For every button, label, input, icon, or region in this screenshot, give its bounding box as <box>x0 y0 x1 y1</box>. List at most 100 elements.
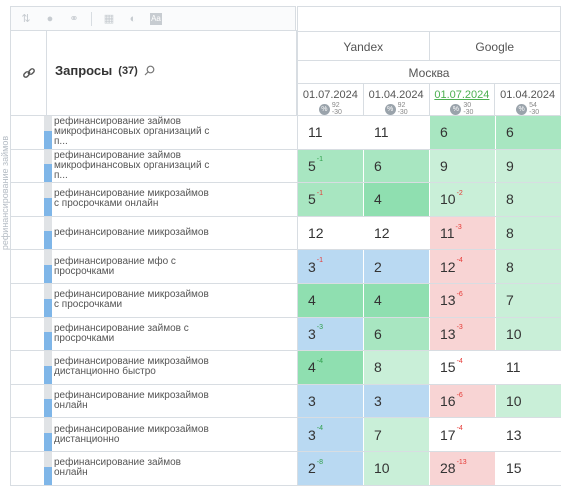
position-cell[interactable]: 10 <box>363 451 429 485</box>
link-icon[interactable]: ⚭ <box>67 12 81 26</box>
badge-bottom: -30 <box>463 109 474 116</box>
toggle-icon[interactable]: ● <box>43 12 57 26</box>
position-cell[interactable]: 5 -1 <box>298 183 363 216</box>
position-cell[interactable]: 2 <box>363 250 429 283</box>
position-cell[interactable]: 28 -13 <box>429 451 495 485</box>
query-text[interactable]: рефинансирование микрозаймов с просрочкам… <box>54 284 294 317</box>
link-cell[interactable] <box>10 384 45 418</box>
position-cell[interactable]: 6 <box>495 116 561 149</box>
position-cell[interactable]: 13 <box>495 418 561 451</box>
position-cell[interactable]: 12 <box>363 216 429 250</box>
table-row: рефинансирование мфо с просрочками 3 -1 2 12-… <box>10 250 561 284</box>
contrast-icon[interactable]: ◐ <box>126 12 140 26</box>
badge-top: 54 <box>529 102 537 109</box>
position-value: 13 <box>440 325 456 342</box>
date-column-header[interactable]: 01.07.2024% 30 -30 <box>428 84 495 117</box>
date-column-header[interactable]: 01.07.2024% 92 -30 <box>298 84 363 117</box>
sort-icon[interactable]: ⇅ <box>19 12 33 26</box>
link-cell[interactable] <box>10 149 45 183</box>
query-text[interactable]: рефинансирование микрозаймов с просрочкам… <box>54 183 294 216</box>
link-cell[interactable] <box>10 116 45 149</box>
link-cell[interactable] <box>10 183 45 216</box>
position-cell[interactable]: 8 <box>363 351 429 384</box>
position-cell[interactable]: 3 -3 <box>298 317 363 351</box>
position-cell[interactable]: 16 -6 <box>429 384 495 418</box>
position-value: 10 <box>506 393 522 410</box>
position-cell[interactable]: 4 <box>363 283 429 317</box>
position-cell[interactable]: 4 -4 <box>298 351 363 384</box>
position-delta: -3 <box>316 324 324 332</box>
position-cell[interactable]: 9 <box>495 149 561 183</box>
table-row: рефинансирование микрозаймов 12 12 11 -3 8 <box>10 216 561 251</box>
position-cell[interactable]: 6 <box>429 116 495 149</box>
query-text[interactable]: рефинансирование микрозаймов дистанционно <box>54 418 294 451</box>
position-cell[interactable]: 4 <box>363 183 429 216</box>
position-cell[interactable]: 10 -2 <box>429 183 495 216</box>
position-cell[interactable]: 15 -4 <box>429 351 495 384</box>
position-value: 10 <box>374 460 390 477</box>
query-text[interactable]: рефинансирование займов микрофинансовых о… <box>54 116 294 149</box>
position-cell[interactable]: 11 -3 <box>429 216 495 250</box>
position-cell[interactable]: 3 <box>363 384 429 418</box>
position-cell[interactable]: 8 <box>495 250 561 283</box>
position-cell[interactable]: 3 -1 <box>298 250 363 283</box>
position-cell[interactable]: 10 <box>495 317 561 351</box>
link-cell[interactable] <box>10 250 45 283</box>
position-value: 11 <box>506 359 521 376</box>
position-cell[interactable]: 3 -4 <box>298 418 363 451</box>
link-cell[interactable] <box>10 418 45 451</box>
date-label: 01.07.2024 <box>434 89 490 101</box>
position-cell[interactable]: 13 -6 <box>429 283 495 317</box>
date-label: 01.07.2024 <box>302 89 358 101</box>
font-icon[interactable]: Aa <box>150 12 162 25</box>
link-cell[interactable] <box>10 351 45 384</box>
position-cells: 3 -1 2 12 -4 8 <box>297 250 561 283</box>
query-text[interactable]: рефинансирование займов онлайн <box>54 452 294 485</box>
position-cell[interactable]: 13 -3 <box>429 317 495 351</box>
position-cell[interactable]: 9 <box>429 149 495 183</box>
query-line: микрофинансовых организаций с <box>54 126 210 138</box>
position-delta: -4 <box>456 425 463 433</box>
date-column-header[interactable]: 01.04.2024% 92 -30 <box>362 84 429 117</box>
position-cell[interactable]: 12 <box>298 216 363 250</box>
date-column-header[interactable]: 01.04.2024% 54 -30 <box>494 84 560 117</box>
query-text[interactable]: рефинансирование микрозаймов онлайн <box>54 385 294 418</box>
position-cell[interactable]: 6 <box>363 317 429 351</box>
position-cell[interactable]: 11 <box>495 351 561 384</box>
position-cell[interactable]: 7 <box>495 283 561 317</box>
position-cell[interactable]: 15 <box>495 451 561 485</box>
link-cell[interactable] <box>10 317 45 351</box>
link-cell[interactable] <box>10 451 45 485</box>
position-cell[interactable]: 12 -4 <box>429 250 495 283</box>
link-column-header <box>11 31 47 115</box>
position-cell[interactable]: 11 <box>298 116 363 149</box>
frequency-marker <box>44 384 52 418</box>
position-cell[interactable]: 11 <box>363 116 429 149</box>
table-row: рефинансирование микрозаймов онлайн 3 3 16 -6… <box>10 384 561 419</box>
position-cell[interactable]: 8 <box>495 216 561 250</box>
link-icon[interactable] <box>22 66 36 80</box>
queries-title: Запросы (37) <box>55 63 155 78</box>
position-cell[interactable]: 8 <box>495 183 561 216</box>
visibility-badge: % 30 -30 <box>450 102 473 116</box>
position-cell[interactable]: 5 -1 <box>298 149 363 183</box>
position-cell[interactable]: 4 <box>298 283 363 317</box>
position-value: 6 <box>374 325 382 342</box>
query-text[interactable]: рефинансирование займов микрофинансовых о… <box>54 150 294 183</box>
table-icon[interactable]: ▦ <box>102 12 116 26</box>
query-text[interactable]: рефинансирование микрозаймов дистанционно… <box>54 351 294 384</box>
position-cell[interactable]: 2 -8 <box>298 451 363 485</box>
position-value: 7 <box>506 292 514 309</box>
position-cell[interactable]: 17 -4 <box>429 418 495 451</box>
position-cell[interactable]: 10 <box>495 384 561 418</box>
query-text[interactable]: рефинансирование микрозаймов <box>54 217 294 250</box>
link-cell[interactable] <box>10 216 45 250</box>
region-label: Москва <box>298 60 560 84</box>
position-cell[interactable]: 7 <box>363 418 429 451</box>
position-cell[interactable]: 6 <box>363 149 429 183</box>
query-text[interactable]: рефинансирование мфо с просрочками <box>54 250 294 283</box>
link-cell[interactable] <box>10 283 45 317</box>
position-cell[interactable]: 3 <box>298 384 363 418</box>
query-text[interactable]: рефинансирование займов с просрочками <box>54 318 294 351</box>
search-icon[interactable] <box>144 65 155 76</box>
